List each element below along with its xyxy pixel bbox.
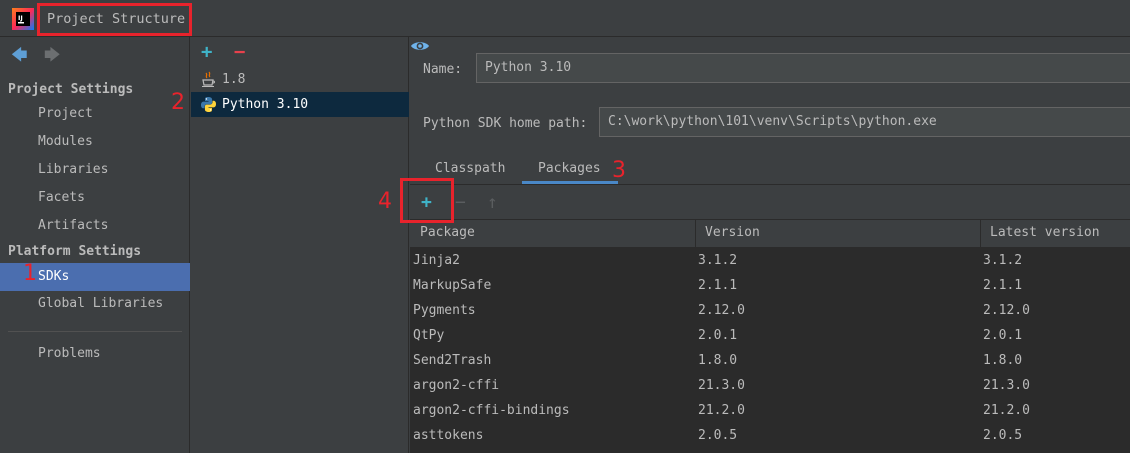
- sdk-list-panel: + − 1.8 Python 3.10: [191, 37, 409, 453]
- sdk-list-item[interactable]: 1.8: [191, 67, 409, 92]
- window-title: Project Structure: [47, 11, 186, 27]
- package-latest-version: 3.1.2: [983, 253, 1023, 268]
- intellij-app-icon: IJ: [12, 8, 34, 30]
- column-header-latest-version[interactable]: Latest version: [980, 220, 1100, 248]
- sdk-details-panel: Name: Python 3.10 Python SDK home path: …: [410, 37, 1130, 453]
- column-header-package[interactable]: Package: [410, 220, 475, 248]
- package-latest-version: 2.1.1: [983, 278, 1023, 293]
- annotation-number-3: 3: [612, 158, 626, 183]
- title-bar: IJ Project Structure: [0, 0, 1130, 37]
- package-name: QtPy: [413, 328, 445, 343]
- sdk-name: 1.8: [222, 72, 246, 87]
- arrow-right-icon[interactable]: 🡆: [44, 47, 61, 63]
- project-settings-header: Project Settings: [8, 82, 134, 97]
- annotation-number-2: 2: [171, 90, 185, 115]
- package-latest-version: 2.0.5: [983, 428, 1023, 443]
- package-version: 21.2.0: [698, 403, 745, 418]
- table-header: Package Version Latest version: [410, 219, 1130, 248]
- sdk-list-item-selected[interactable]: Python 3.10: [191, 92, 409, 117]
- sidebar-item-problems[interactable]: Problems: [0, 340, 190, 368]
- remove-sdk-button[interactable]: −: [234, 42, 245, 62]
- package-version: 3.1.2: [698, 253, 738, 268]
- table-row[interactable]: Pygments 2.12.0 2.12.0: [410, 298, 1130, 323]
- sdk-name-input[interactable]: Python 3.10: [476, 53, 1130, 83]
- sidebar-item-global-libraries[interactable]: Global Libraries: [0, 290, 190, 318]
- sdk-name: Python 3.10: [222, 97, 309, 112]
- package-name: asttokens: [413, 428, 484, 443]
- package-version: 21.3.0: [698, 378, 745, 393]
- table-row[interactable]: argon2-cffi-bindings 21.2.0 21.2.0: [410, 398, 1130, 423]
- sidebar-item-facets[interactable]: Facets: [0, 184, 190, 212]
- sidebar-divider: [8, 331, 182, 332]
- package-latest-version: 2.12.0: [983, 303, 1030, 318]
- package-latest-version: 21.3.0: [983, 378, 1030, 393]
- package-version: 1.8.0: [698, 353, 738, 368]
- package-name: MarkupSafe: [413, 278, 492, 293]
- table-row[interactable]: asttokens 2.0.5 2.0.5: [410, 423, 1130, 448]
- package-name: argon2-cffi: [413, 378, 500, 393]
- java-icon: [202, 71, 216, 87]
- package-version: 2.12.0: [698, 303, 745, 318]
- home-path-input[interactable]: C:\work\python\101\venv\Scripts\python.e…: [599, 107, 1130, 137]
- sidebar-item-project[interactable]: Project: [0, 100, 190, 128]
- annotation-number-1: 1: [23, 261, 37, 286]
- table-row[interactable]: argon2-cffi 21.3.0 21.3.0: [410, 373, 1130, 398]
- name-label: Name:: [423, 62, 463, 77]
- tab-divider: [410, 184, 1130, 185]
- package-version: 2.0.5: [698, 428, 738, 443]
- sidebar-item-libraries[interactable]: Libraries: [0, 156, 190, 184]
- package-version: 2.1.1: [698, 278, 738, 293]
- package-version: 2.0.1: [698, 328, 738, 343]
- package-name: Jinja2: [413, 253, 460, 268]
- sidebar-item-artifacts[interactable]: Artifacts: [0, 212, 190, 240]
- platform-settings-header: Platform Settings: [8, 244, 142, 259]
- column-header-version[interactable]: Version: [695, 220, 760, 248]
- settings-sidebar: 🡄 🡆 Project Settings Project Modules Lib…: [0, 37, 190, 453]
- packages-table: Package Version Latest version Jinja2 3.…: [410, 219, 1130, 453]
- table-row[interactable]: MarkupSafe 2.1.1 2.1.1: [410, 273, 1130, 298]
- package-name: Pygments: [413, 303, 476, 318]
- table-row[interactable]: Send2Trash 1.8.0 1.8.0: [410, 348, 1130, 373]
- home-path-label: Python SDK home path:: [423, 116, 588, 131]
- package-latest-version: 2.0.1: [983, 328, 1023, 343]
- package-latest-version: 1.8.0: [983, 353, 1023, 368]
- arrow-left-icon[interactable]: 🡄: [11, 47, 28, 63]
- package-name: argon2-cffi-bindings: [413, 403, 570, 418]
- table-row[interactable]: Jinja2 3.1.2 3.1.2: [410, 248, 1130, 273]
- eye-icon[interactable]: [410, 37, 430, 55]
- package-latest-version: 21.2.0: [983, 403, 1030, 418]
- annotation-number-4: 4: [378, 189, 392, 214]
- sidebar-item-modules[interactable]: Modules: [0, 128, 190, 156]
- upgrade-package-button[interactable]: ↑: [487, 194, 498, 212]
- add-button-annotation-box: [400, 178, 454, 223]
- python-icon: [201, 97, 216, 112]
- svg-text:IJ: IJ: [18, 14, 23, 22]
- uninstall-package-button[interactable]: −: [455, 194, 466, 212]
- table-row[interactable]: QtPy 2.0.1 2.0.1: [410, 323, 1130, 348]
- package-name: Send2Trash: [413, 353, 492, 368]
- add-sdk-button[interactable]: +: [201, 42, 212, 62]
